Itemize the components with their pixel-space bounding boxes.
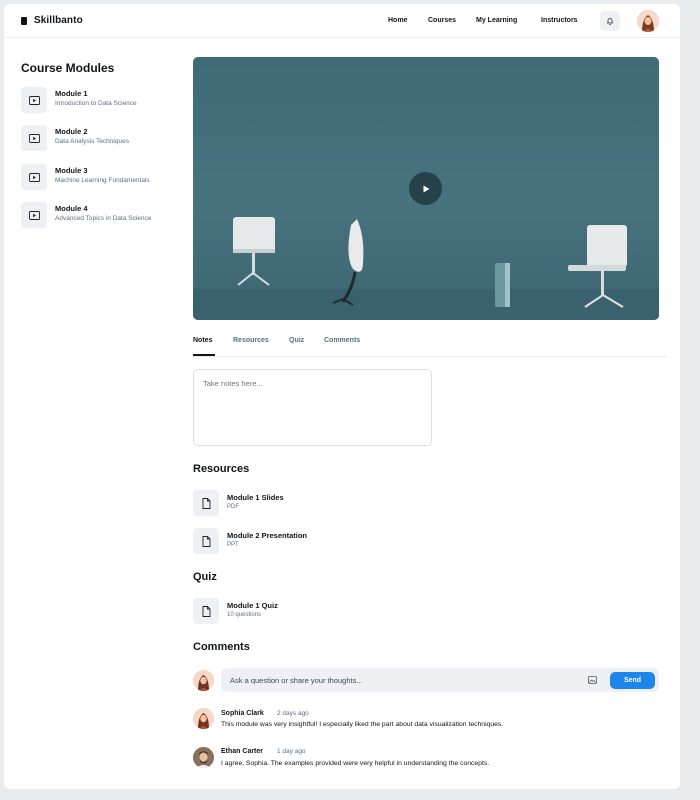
resource-item-2[interactable]: Module 2 Presentation PPT <box>193 528 493 554</box>
module-title: Module 4 <box>55 204 88 213</box>
bell-icon <box>607 18 613 25</box>
nav-instructors[interactable]: Instructors <box>541 17 578 24</box>
video-module-icon <box>21 202 47 228</box>
nav-my-learning[interactable]: My Learning <box>476 17 517 24</box>
video-player[interactable] <box>193 57 659 320</box>
commenter-avatar <box>193 708 214 729</box>
comment-input-placeholder: Ask a question or share your thoughts... <box>230 676 363 685</box>
module-subtitle: Advanced Topics in Data Science <box>55 215 152 222</box>
brand-logo[interactable]: Skillbanto <box>21 15 83 26</box>
commenter-avatar <box>193 747 214 768</box>
resource-title: Module 1 Slides <box>227 493 284 502</box>
tab-resources[interactable]: Resources <box>233 337 269 344</box>
app-window: Skillbanto Home Courses My Learning Inst… <box>4 4 680 789</box>
module-subtitle: Machine Learning Fundamentals <box>55 177 150 184</box>
document-icon <box>193 598 219 624</box>
resource-type: PPT <box>227 542 239 548</box>
document-icon <box>193 528 219 554</box>
content-tabs: Notes Resources Quiz Comments <box>193 337 667 357</box>
nav-home[interactable]: Home <box>388 17 407 24</box>
comment-author[interactable]: Sophia Clark <box>221 710 264 717</box>
comment-time: 2 days ago <box>277 710 309 717</box>
sidebar-module-2[interactable]: Module 2 Data Analysis Techniques <box>21 125 186 153</box>
module-title: Module 2 <box>55 127 88 136</box>
send-button[interactable]: Send <box>610 672 655 689</box>
quiz-item-1[interactable]: Module 1 Quiz 10 questions <box>193 598 493 624</box>
module-title: Module 1 <box>55 89 88 98</box>
sidebar-module-1[interactable]: Module 1 Introduction to Data Science <box>21 87 186 115</box>
brand-name: Skillbanto <box>34 15 83 26</box>
module-subtitle: Introduction to Data Science <box>55 100 137 107</box>
comment-text: I agree, Sophia. The examples provided w… <box>221 760 490 767</box>
user-avatar-image <box>637 10 659 32</box>
quiz-title: Module 1 Quiz <box>227 601 278 610</box>
comment-text: This module was very insightful! I espec… <box>221 721 504 728</box>
comments-heading: Comments <box>193 641 250 653</box>
image-attach-icon[interactable] <box>588 676 597 684</box>
video-module-icon <box>21 164 47 190</box>
resource-type: PDF <box>227 504 239 510</box>
comment-author[interactable]: Ethan Carter <box>221 748 263 755</box>
module-subtitle: Data Analysis Techniques <box>55 138 129 145</box>
tab-comments[interactable]: Comments <box>324 337 360 344</box>
quiz-heading: Quiz <box>193 571 217 583</box>
resource-item-1[interactable]: Module 1 Slides PDF <box>193 490 493 516</box>
notes-textarea[interactable] <box>193 369 432 446</box>
current-user-avatar <box>193 670 214 691</box>
play-icon <box>423 185 429 192</box>
tab-notes[interactable]: Notes <box>193 337 212 344</box>
sidebar-module-4[interactable]: Module 4 Advanced Topics in Data Science <box>21 202 186 230</box>
quiz-meta: 10 questions <box>227 612 262 618</box>
sidebar-module-3[interactable]: Module 3 Machine Learning Fundamentals <box>21 164 186 192</box>
top-header: Skillbanto Home Courses My Learning Inst… <box>4 4 680 38</box>
resource-title: Module 2 Presentation <box>227 531 308 540</box>
user-avatar[interactable] <box>637 10 659 32</box>
tab-quiz[interactable]: Quiz <box>289 337 304 344</box>
comment-time: 1 day ago <box>277 748 306 755</box>
nav-courses[interactable]: Courses <box>428 17 456 24</box>
brand-logo-icon <box>21 16 27 25</box>
resources-heading: Resources <box>193 463 250 475</box>
video-module-icon <box>21 125 47 151</box>
video-module-icon <box>21 87 47 113</box>
document-icon <box>193 490 219 516</box>
play-button[interactable] <box>409 172 442 205</box>
active-tab-indicator <box>193 354 215 356</box>
module-title: Module 3 <box>55 166 88 175</box>
notifications-button[interactable] <box>600 11 620 31</box>
sidebar-title: Course Modules <box>21 61 115 75</box>
